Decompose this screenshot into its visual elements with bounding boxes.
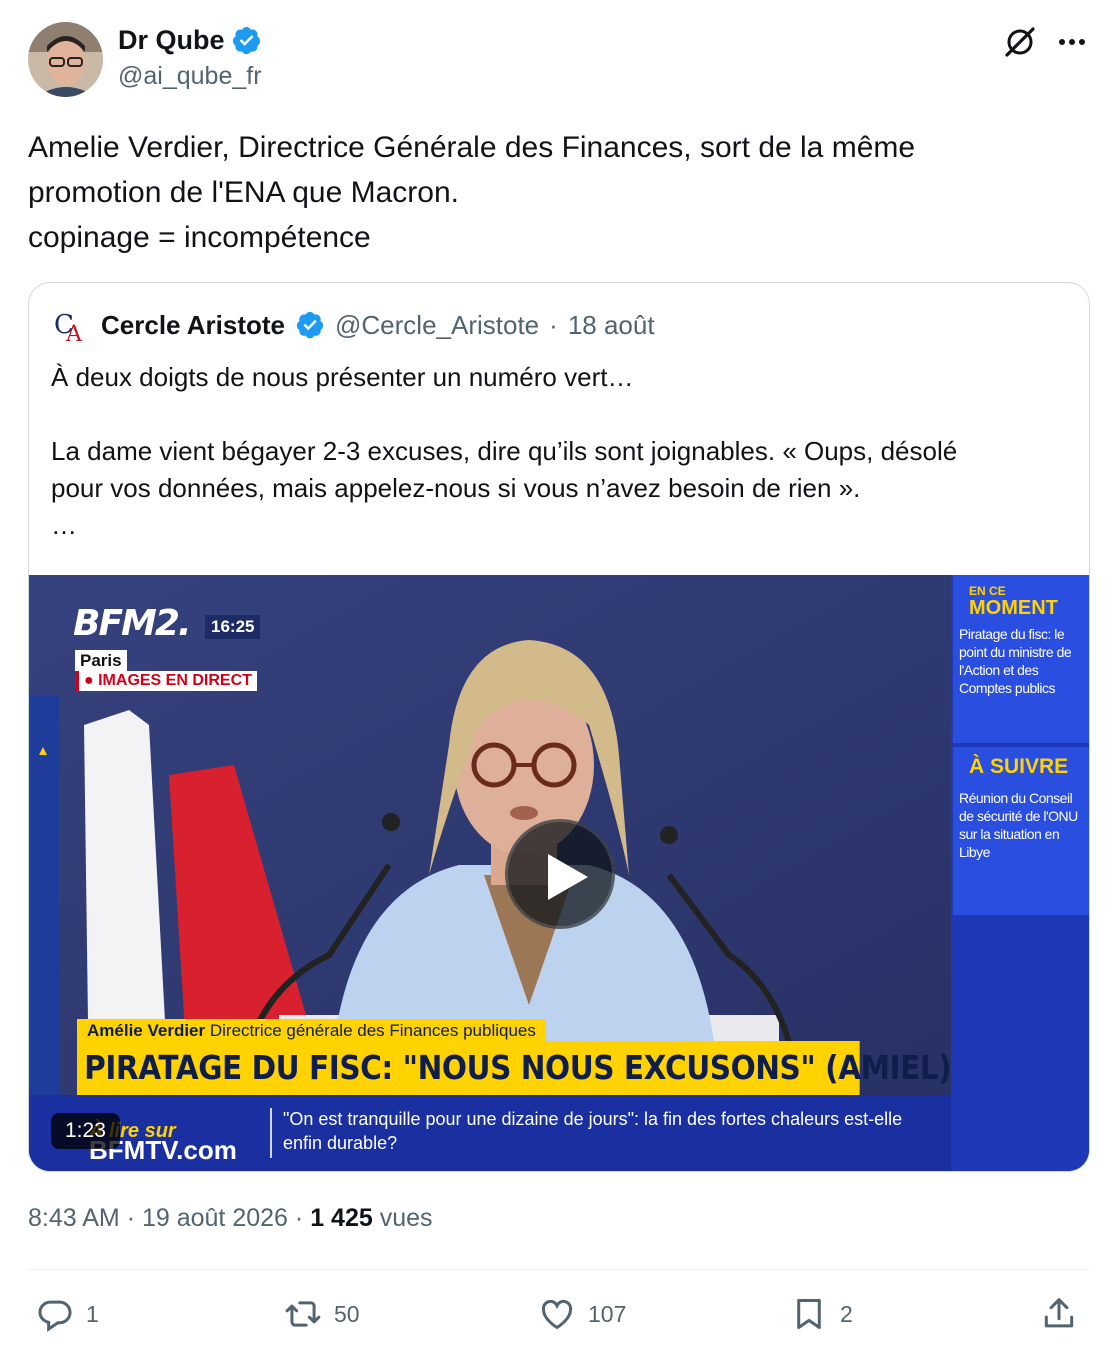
quoted-text-line: La dame vient bégayer 2-3 excuses, dire … <box>51 436 958 466</box>
video-duration: 1:23 <box>51 1113 120 1149</box>
tweet-text: Amelie Verdier, Directrice Générale des … <box>28 125 1078 260</box>
live-label: ● IMAGES EN DIRECT <box>75 671 257 691</box>
reply-count: 1 <box>86 1300 99 1327</box>
bookmark-icon <box>797 1299 821 1329</box>
views-label: vues <box>379 1204 433 1232</box>
share-icon <box>1044 1298 1074 1328</box>
ticker-text: "On est tranquille pour une dizaine de j… <box>283 1109 903 1153</box>
quoted-text-line: … <box>51 510 77 540</box>
person-title: Directrice générale des Finances publiqu… <box>209 1021 536 1040</box>
tweet-header: Dr Qube @ai_qube_fr <box>28 22 1090 100</box>
more-icon[interactable] <box>1054 24 1090 60</box>
repost-count: 50 <box>334 1300 360 1327</box>
location-label: Paris <box>75 650 127 672</box>
bookmark-button[interactable]: 2 <box>790 1288 853 1340</box>
heart-icon <box>541 1299 573 1330</box>
views-count: 1 425 <box>310 1204 373 1232</box>
play-button[interactable] <box>505 819 615 929</box>
author-name-text[interactable]: Dr Qube <box>118 25 225 56</box>
side-now-text: Piratage du fisc: le point du ministre d… <box>959 626 1072 696</box>
bookmark-count: 2 <box>840 1300 853 1327</box>
side-next-title: À SUIVRE <box>969 755 1069 778</box>
svg-text:A: A <box>65 322 83 345</box>
tweet-time[interactable]: 8:43 AM <box>28 1204 120 1232</box>
repost-icon <box>285 1301 321 1327</box>
quoted-text-line <box>51 396 1071 433</box>
meta-separator: · <box>126 1204 136 1232</box>
channel-logo: BFM2. <box>73 603 192 644</box>
side-next-text: Réunion du Conseil de sécurité de l'ONU … <box>959 790 1078 860</box>
video-player[interactable]: BFM2. 16:25 Paris ● IMAGES EN DIRECT EN … <box>29 575 1089 1171</box>
divider <box>28 1269 1090 1270</box>
grok-icon[interactable] <box>1002 24 1038 60</box>
quoted-text-line: pour vos données, mais appelez-nous si v… <box>51 473 861 503</box>
meta-separator: · <box>549 309 558 340</box>
tweet-text-line: Amelie Verdier, Directrice Générale des … <box>28 131 916 164</box>
play-icon <box>548 854 588 900</box>
broadcast-time: 16:25 <box>205 615 261 639</box>
repost-button[interactable]: 50 <box>284 1288 360 1340</box>
tweet-date[interactable]: 19 août 2026 <box>142 1204 288 1232</box>
author-name[interactable]: Dr Qube <box>118 25 262 56</box>
share-button[interactable] <box>1040 1288 1078 1340</box>
author-handle[interactable]: @ai_qube_fr <box>118 62 262 91</box>
quoted-tweet[interactable]: C A Cercle Aristote @Cercle_Aristote · 1… <box>28 282 1090 1172</box>
meta-separator: · <box>294 1204 304 1232</box>
quoted-date[interactable]: 18 août <box>568 310 655 341</box>
person-name: Amélie Verdier <box>87 1021 206 1040</box>
avatar[interactable] <box>28 22 103 97</box>
tweet-text-line: copinage = incompétence <box>28 221 371 254</box>
quoted-text-line: À deux doigts de nous présenter un numér… <box>51 362 634 392</box>
cercle-aristote-logo-icon: C A <box>51 305 91 345</box>
verified-badge-icon <box>232 26 260 55</box>
side-now-small: EN CE <box>969 584 1006 598</box>
verified-badge-icon <box>296 311 324 339</box>
side-now-big: MOMENT <box>969 597 1058 619</box>
action-bar: 1 50 107 2 <box>28 1288 1090 1340</box>
ticker-separator <box>270 1108 272 1158</box>
quoted-tweet-header: C A Cercle Aristote @Cercle_Aristote · 1… <box>51 305 655 345</box>
quoted-author-name[interactable]: Cercle Aristote <box>101 310 285 341</box>
lower-third-headline: PIRATAGE DU FISC: "NOUS NOUS EXCUSONS" (… <box>77 1041 952 1095</box>
reply-button[interactable]: 1 <box>36 1288 99 1340</box>
tweet-text-line: promotion de l'ENA que Macron. <box>28 176 459 209</box>
quoted-tweet-text: À deux doigts de nous présenter un numér… <box>51 359 1071 544</box>
like-count: 107 <box>588 1300 627 1327</box>
reply-icon <box>38 1300 72 1332</box>
like-button[interactable]: 107 <box>538 1288 626 1340</box>
quoted-author-handle[interactable]: @Cercle_Aristote <box>335 310 539 341</box>
tweet-timestamp: 8:43 AM · 19 août 2026 · 1 425 vues <box>28 1204 433 1233</box>
